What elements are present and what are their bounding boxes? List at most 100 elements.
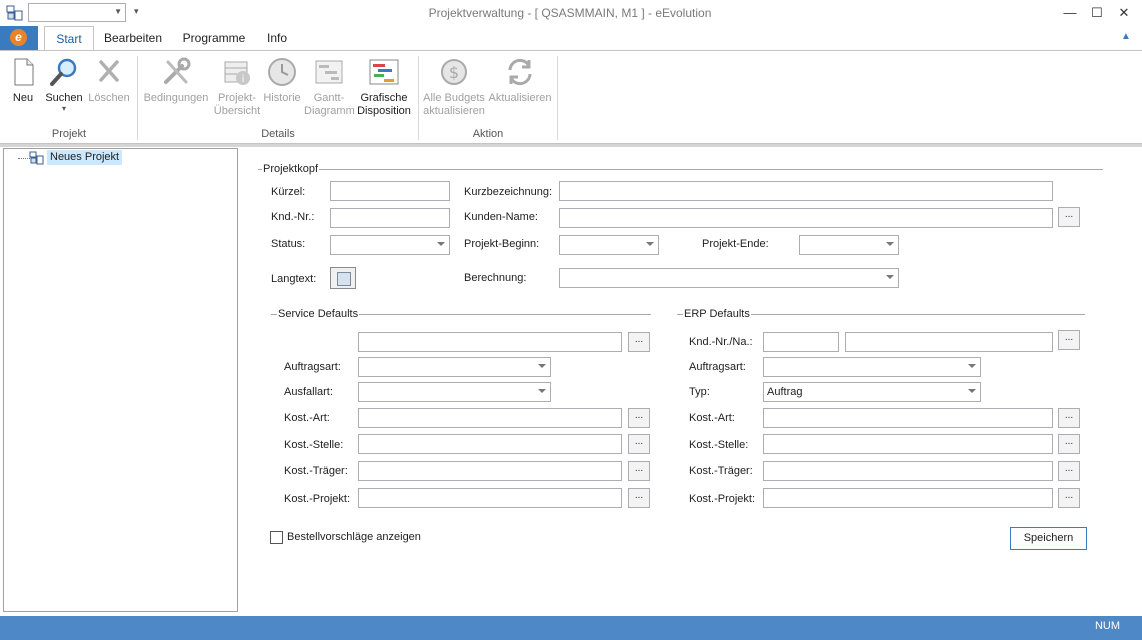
service-ausfallart-select[interactable]: [358, 382, 551, 402]
service-kost-stelle-input[interactable]: [358, 434, 622, 454]
langtext-button[interactable]: [330, 267, 356, 289]
erp-kost-projekt-label: Kost.-Projekt:: [689, 493, 756, 505]
grafische-disposition-button[interactable]: Grafische Disposition: [356, 56, 412, 118]
erp-kost-stelle-label: Kost.-Stelle:: [689, 439, 749, 451]
langtext-label: Langtext:: [271, 273, 317, 285]
close-button[interactable]: ✕: [1110, 3, 1138, 23]
ribbon-collapse-icon[interactable]: ▲: [1121, 31, 1131, 42]
erp-kost-art-input[interactable]: [763, 408, 1053, 428]
erp-typ-select[interactable]: Auftrag: [763, 382, 981, 402]
app-menu-button[interactable]: e: [0, 26, 38, 50]
erp-typ-value: Auftrag: [767, 386, 803, 398]
minimize-button[interactable]: —: [1056, 3, 1084, 23]
speichern-button[interactable]: Speichern: [1010, 527, 1087, 550]
service-kost-stelle-label: Kost.-Stelle:: [284, 439, 344, 451]
project-tree[interactable]: [3, 148, 238, 612]
service-kost-stelle-browse-button[interactable]: ...: [628, 434, 650, 454]
loeschen-label: Löschen: [88, 92, 130, 104]
bedingungen-label: Bedingungen: [143, 92, 209, 104]
quick-access-combo[interactable]: ▼: [28, 3, 126, 22]
status-num-indicator: NUM: [1094, 620, 1120, 632]
historie-button[interactable]: Historie: [263, 56, 301, 105]
erp-kost-art-browse-button[interactable]: ...: [1058, 408, 1080, 428]
service-ausfallart-label: Ausfallart:: [284, 386, 333, 398]
status-label: Status:: [271, 238, 306, 250]
tree-item-neues-projekt[interactable]: Neues Projekt: [47, 150, 123, 165]
erp-kost-traeger-input[interactable]: [763, 461, 1053, 481]
status-select[interactable]: [330, 235, 450, 255]
service-kost-traeger-browse-button[interactable]: ...: [628, 461, 650, 481]
erp-kost-stelle-input[interactable]: [763, 434, 1053, 454]
loeschen-button[interactable]: Löschen: [88, 56, 130, 105]
projekt-beginn-date[interactable]: [559, 235, 659, 255]
erp-kost-projekt-input[interactable]: [763, 488, 1053, 508]
service-customer-input[interactable]: [358, 332, 622, 352]
historie-label: Historie: [263, 92, 301, 104]
status-bar: [0, 616, 1142, 640]
service-customer-browse-button[interactable]: ...: [628, 332, 650, 352]
budget-refresh-icon: $: [438, 56, 470, 88]
app-logo-icon[interactable]: [6, 5, 23, 21]
erp-kost-traeger-label: Kost.-Träger:: [689, 465, 753, 477]
erp-knd-nr-input[interactable]: [763, 332, 839, 352]
suchen-button[interactable]: Suchen ▾: [42, 56, 86, 113]
aktualisieren-button[interactable]: Aktualisieren: [488, 56, 552, 105]
erp-kost-projekt-browse-button[interactable]: ...: [1058, 488, 1080, 508]
chevron-down-icon: [968, 364, 976, 368]
kurzbezeichnung-input[interactable]: [559, 181, 1053, 201]
erp-kunden-name-input[interactable]: [845, 332, 1053, 352]
bedingungen-button[interactable]: Bedingungen: [143, 56, 209, 105]
service-kost-art-browse-button[interactable]: ...: [628, 408, 650, 428]
berechnung-label: Berechnung:: [464, 272, 527, 284]
service-auftragsart-label: Auftragsart:: [284, 361, 341, 373]
kuerzel-input[interactable]: [330, 181, 450, 201]
tab-start[interactable]: Start: [44, 26, 94, 51]
gantt-diagramm-button[interactable]: Gantt- Diagramm: [304, 56, 355, 118]
refresh-icon: [504, 56, 536, 88]
projekt-ende-date[interactable]: [799, 235, 899, 255]
delete-x-icon: [93, 56, 125, 88]
service-kost-projekt-browse-button[interactable]: ...: [628, 488, 650, 508]
neu-button[interactable]: Neu: [6, 56, 40, 105]
suchen-dropdown-icon: ▾: [61, 104, 66, 113]
section-line-projektkopf: [258, 169, 1103, 170]
note-icon: [337, 272, 351, 286]
tab-programme[interactable]: Programme: [178, 26, 250, 50]
knd-nr-label: Knd.-Nr.:: [271, 211, 315, 223]
suchen-label: Suchen: [45, 92, 83, 104]
service-kost-projekt-input[interactable]: [358, 488, 622, 508]
projekt-uebersicht-label-1: Projekt-: [218, 92, 256, 104]
kunden-name-input[interactable]: [559, 208, 1053, 228]
erp-kost-art-label: Kost.-Art:: [689, 412, 735, 424]
projekt-uebersicht-button[interactable]: i Projekt- Übersicht: [212, 56, 262, 118]
service-auftragsart-select[interactable]: [358, 357, 551, 377]
kurzbezeichnung-label: Kurzbezeichnung:: [464, 186, 553, 198]
window-title: Projektverwaltung - [ QSASMMAIN, M1 ] - …: [428, 6, 712, 20]
erp-kost-traeger-browse-button[interactable]: ...: [1058, 461, 1080, 481]
service-kost-art-label: Kost.-Art:: [284, 412, 330, 424]
service-kost-projekt-label: Kost.-Projekt:: [284, 493, 351, 505]
quick-access-customize-icon[interactable]: ▾: [134, 6, 139, 17]
kunden-name-browse-button[interactable]: ...: [1058, 207, 1080, 227]
kunden-name-label: Kunden-Name:: [464, 211, 538, 223]
chevron-down-icon: [886, 242, 894, 246]
alle-budgets-label-1: Alle Budgets: [423, 92, 485, 104]
erp-auftragsart-label: Auftragsart:: [689, 361, 746, 373]
erp-auftragsart-select[interactable]: [763, 357, 981, 377]
erp-kost-stelle-browse-button[interactable]: ...: [1058, 434, 1080, 454]
chevron-down-icon: [538, 364, 546, 368]
service-kost-art-input[interactable]: [358, 408, 622, 428]
service-kost-traeger-input[interactable]: [358, 461, 622, 481]
alle-budgets-aktualisieren-button[interactable]: $ Alle Budgets aktualisieren: [422, 56, 486, 118]
tab-info[interactable]: Info: [260, 26, 294, 50]
bestellvorschlaege-checkbox[interactable]: [270, 531, 283, 544]
maximize-button[interactable]: ☐: [1083, 3, 1111, 23]
erp-customer-browse-button[interactable]: ...: [1058, 330, 1080, 350]
group-label-aktion: Aktion: [472, 128, 504, 140]
berechnung-select[interactable]: [559, 268, 899, 288]
ribbon-group-separator: [557, 56, 558, 140]
projekt-ende-label: Projekt-Ende:: [702, 238, 769, 250]
eevolution-logo-icon: e: [10, 29, 27, 46]
tab-bearbeiten[interactable]: Bearbeiten: [100, 26, 166, 50]
knd-nr-input[interactable]: [330, 208, 450, 228]
